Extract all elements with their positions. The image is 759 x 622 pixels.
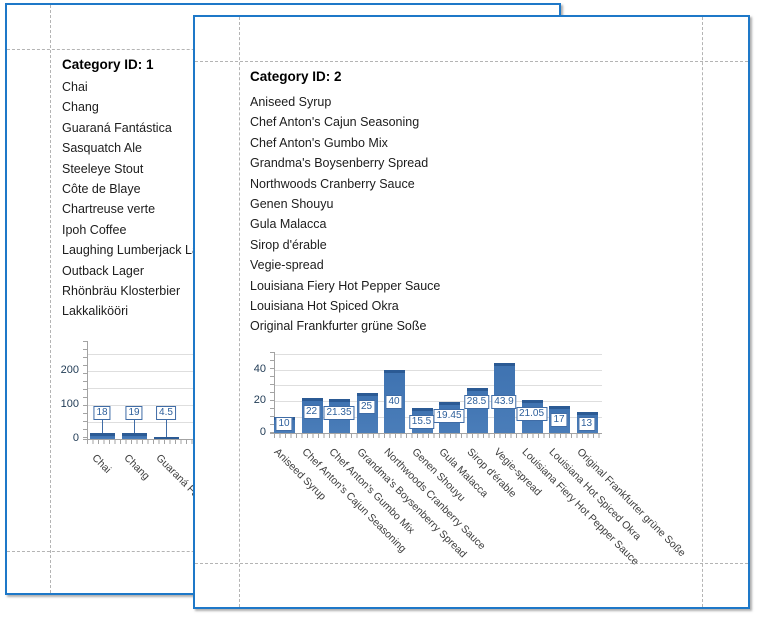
x-category-label: Original Frankfurter grüne Soße <box>574 446 687 559</box>
x-category-label: Chai <box>90 452 114 476</box>
gridline <box>274 370 602 371</box>
bar-value-label: 17 <box>550 413 567 427</box>
bar-value-label: 28.5 <box>464 395 489 409</box>
y-tick-label: 0 <box>45 432 79 444</box>
y-tick-label: 100 <box>45 398 79 410</box>
bar-value-label: 40 <box>385 395 402 409</box>
bar-value-label: 22 <box>303 405 320 419</box>
y-tick-label: 200 <box>45 364 79 376</box>
value-label-connector <box>102 420 103 433</box>
bar-value-label: 25 <box>358 400 375 414</box>
x-category-label: Chang <box>122 452 152 482</box>
bar-value-label: 19.45 <box>433 409 464 423</box>
bar-value-label: 43.9 <box>491 395 516 409</box>
gridline <box>274 401 602 402</box>
y-axis-line <box>87 341 88 439</box>
report-preview-canvas: { "colors": { "page_border": "#1e78c8", … <box>0 0 759 622</box>
gridline <box>274 354 602 355</box>
bar-chart: 0204010Aniseed Syrup22Chef Anton's Cajun… <box>195 17 748 607</box>
bar-value-label: 18 <box>93 406 110 420</box>
value-label-connector <box>134 420 135 433</box>
bar-value-label: 21.05 <box>516 407 547 421</box>
y-axis-ticks <box>83 341 87 439</box>
bar-value-label: 15.5 <box>409 415 434 429</box>
bar-value-label: 21.35 <box>323 406 354 420</box>
y-tick-label: 20 <box>232 394 266 406</box>
y-tick-label: 0 <box>232 426 266 438</box>
value-label-connector <box>166 420 167 437</box>
x-axis-ticks <box>274 434 602 438</box>
x-category-label: Louisiana Fiery Hot Pepper Sauce <box>519 446 641 568</box>
bar-value-label: 19 <box>125 406 142 420</box>
bar-value-label: 4.5 <box>156 406 176 420</box>
bar <box>122 433 147 439</box>
bar <box>90 433 115 439</box>
bar-value-label: 10 <box>275 417 292 431</box>
bar <box>154 437 179 439</box>
report-page-2[interactable]: Category ID: 2 Aniseed SyrupChef Anton's… <box>193 15 750 609</box>
y-tick-label: 40 <box>232 363 266 375</box>
bar-value-label: 13 <box>578 417 595 431</box>
gridline <box>274 385 602 386</box>
